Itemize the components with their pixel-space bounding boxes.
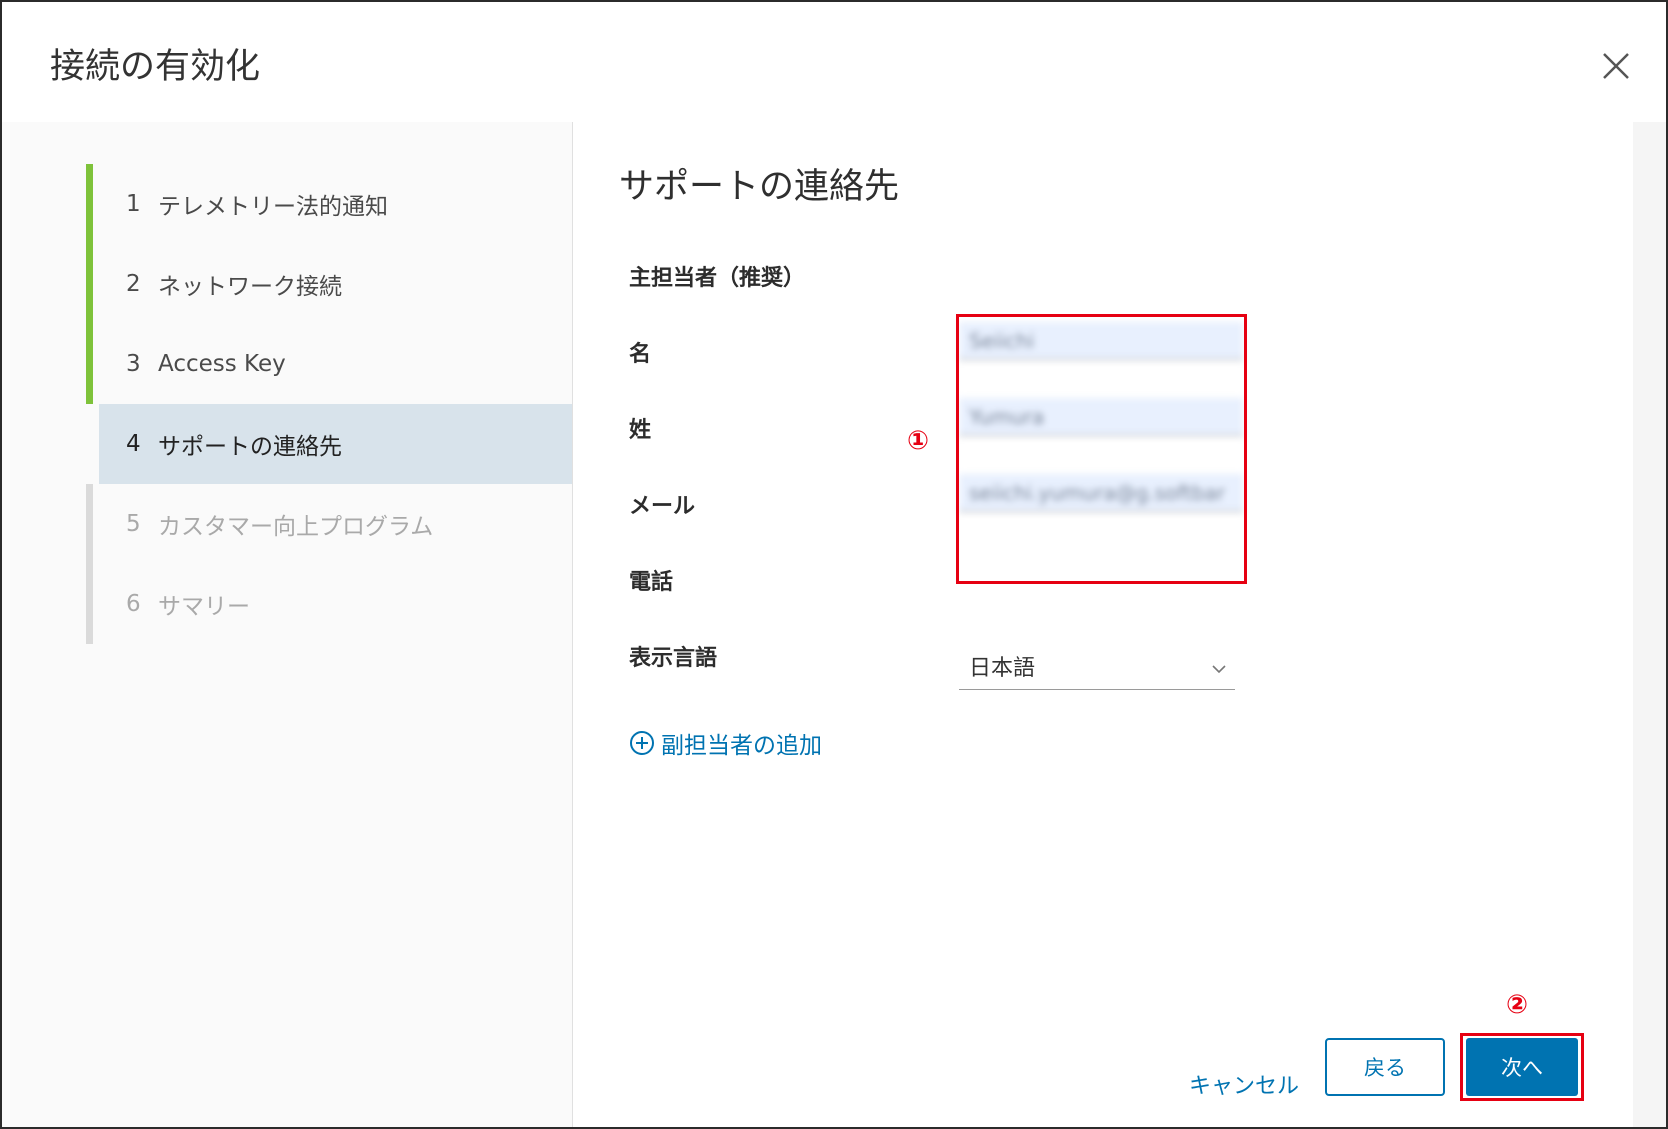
add-circle-icon <box>630 731 654 755</box>
add-secondary-contact-link[interactable]: 副担当者の追加 <box>629 726 822 760</box>
back-button[interactable]: 戻る <box>1325 1038 1445 1096</box>
step-label: サポートの連絡先 <box>158 434 342 460</box>
step-access-key[interactable]: 3 Access Key <box>86 324 572 404</box>
email-label: メール <box>629 494 696 519</box>
primary-contact-heading: 主担当者（推奨） <box>629 266 806 291</box>
scrollbar-track[interactable] <box>1633 122 1666 1127</box>
annotation-marker-1: ① <box>907 426 930 456</box>
phone-label: 電話 <box>629 570 674 595</box>
section-title: サポートの連絡先 <box>619 167 900 207</box>
annotation-box-fields <box>956 314 1247 584</box>
annotation-box-next <box>1460 1033 1584 1101</box>
dialog: 接続の有効化 1 テレメトリー法的通知 2 ネットワーク接続 3 Access … <box>0 0 1668 1129</box>
display-language-label: 表示言語 <box>629 646 718 671</box>
dialog-header: 接続の有効化 <box>2 2 1666 122</box>
display-language-select[interactable]: 日本語 <box>959 650 1235 690</box>
add-secondary-contact-label: 副担当者の追加 <box>661 733 822 759</box>
step-label: カスタマー向上プログラム <box>158 514 434 540</box>
step-number: 6 <box>126 591 141 617</box>
annotation-marker-2: ② <box>1506 990 1529 1020</box>
step-number: 3 <box>126 351 141 377</box>
step-list: 1 テレメトリー法的通知 2 ネットワーク接続 3 Access Key 4 サ… <box>86 164 572 644</box>
step-label: ネットワーク接続 <box>158 274 342 300</box>
first-name-label: 名 <box>629 342 652 367</box>
step-number: 5 <box>126 511 141 537</box>
step-telemetry-legal-notice[interactable]: 1 テレメトリー法的通知 <box>86 164 572 244</box>
cancel-button[interactable]: キャンセル <box>1189 1068 1299 1100</box>
step-label: テレメトリー法的通知 <box>158 194 388 220</box>
dialog-title: 接続の有効化 <box>50 47 261 87</box>
step-customer-improvement-program: 5 カスタマー向上プログラム <box>86 484 572 564</box>
wizard-steps-sidebar: 1 テレメトリー法的通知 2 ネットワーク接続 3 Access Key 4 サ… <box>2 122 573 1127</box>
chevron-down-icon <box>1212 665 1226 674</box>
step-network-connection[interactable]: 2 ネットワーク接続 <box>86 244 572 324</box>
step-label: サマリー <box>158 594 250 620</box>
main-content: サポートの連絡先 主担当者（推奨） 名 姓 メール 電話 表示言語 日本語 副担… <box>573 122 1633 1127</box>
step-number: 4 <box>126 431 141 457</box>
close-icon[interactable] <box>1594 44 1638 88</box>
step-support-contact[interactable]: 4 サポートの連絡先 <box>99 404 572 484</box>
step-number: 2 <box>126 271 141 297</box>
step-label: Access Key <box>158 351 286 377</box>
step-number: 1 <box>126 191 141 217</box>
last-name-label: 姓 <box>629 418 652 443</box>
display-language-value: 日本語 <box>969 656 1036 681</box>
step-summary: 6 サマリー <box>86 564 572 644</box>
